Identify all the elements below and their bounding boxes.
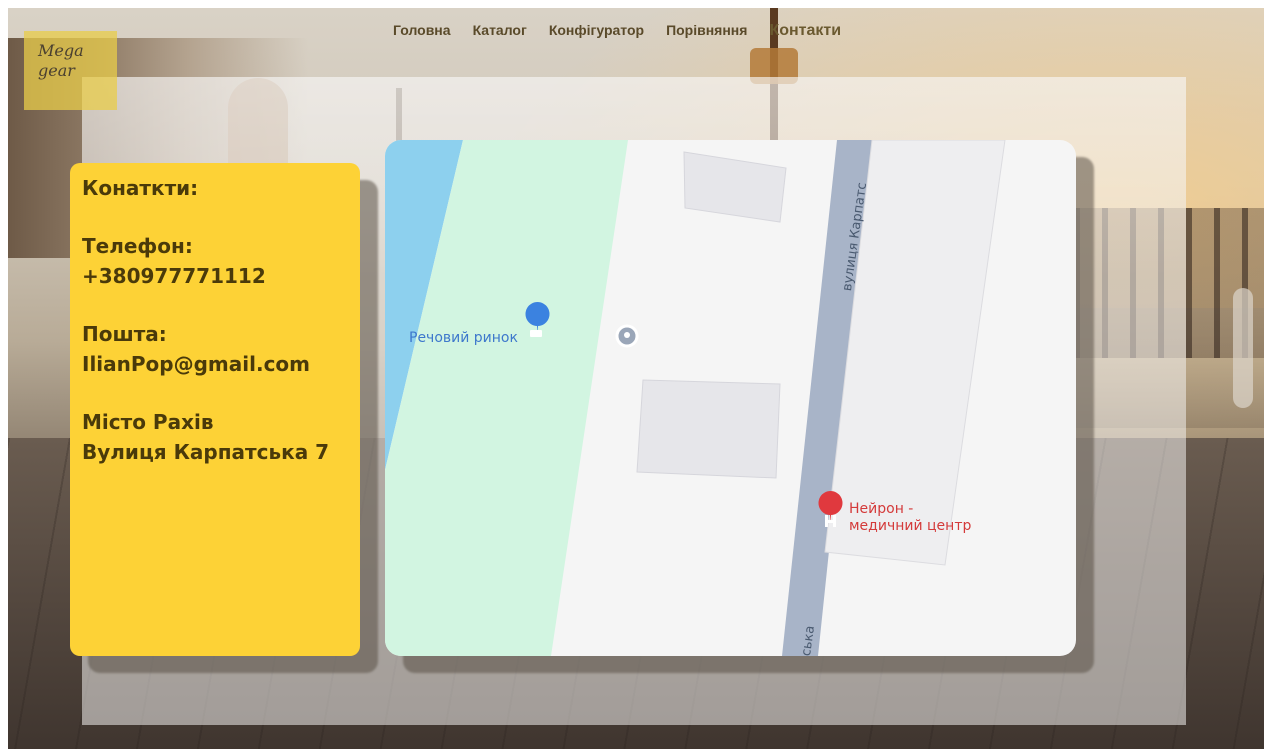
poi-pin-dot [624,332,630,338]
building-top [683,151,787,223]
building-middle [636,379,781,479]
address-city: Місто Рахів [82,410,214,434]
email-label: Пошта: [82,322,167,346]
logo-line-1: Mega [38,41,84,60]
nav-home[interactable]: Головна [393,22,451,38]
clinic-label-line-1: Нейрон - [849,501,914,517]
clinic-label-line-2: медичний центр [849,518,972,534]
market-label[interactable]: Речовий ринок [409,330,518,346]
clinic-label[interactable]: Нейрон - медичний центр [849,501,971,535]
email-value[interactable]: IlianPop@gmail.com [82,349,348,379]
nav-contacts[interactable]: Контакти [769,22,841,40]
address-street: Вулиця Карпатська 7 [82,440,330,464]
site-logo[interactable]: Mega gear [24,31,117,110]
cart-glyph [530,330,542,337]
gondola [1233,288,1253,408]
main-nav: Головна Каталог Конфігуратор Порівняння … [393,22,841,46]
map-canvas [385,140,1006,656]
phone-value[interactable]: +380977771112 [82,261,348,291]
logo-line-2: gear [38,61,75,80]
contact-card: Конаткти: Телефон: +380977771112 Пошта: … [70,163,360,656]
nav-catalog[interactable]: Каталог [473,22,527,38]
contacts-heading: Конаткти: [82,176,199,200]
logo-text: Mega gear [38,41,108,81]
embedded-map[interactable]: Речовий ринок Нейрон - медичний центр ву… [385,140,1076,656]
phone-label: Телефон: [82,234,193,258]
nav-configurator[interactable]: Конфігуратор [549,22,644,38]
nav-comparison[interactable]: Порівняння [666,22,747,38]
hospital-glyph-bar [825,520,836,523]
